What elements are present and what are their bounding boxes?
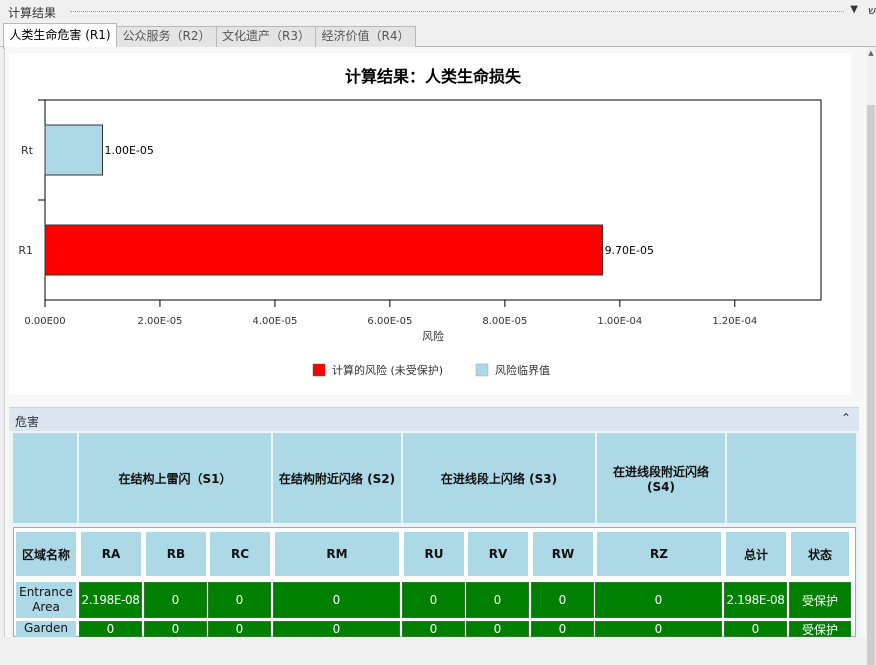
tab-strip: 人类生命危害 (R1) 公众服务（R2） 文化遗产（R3） 经济价值（R4） xyxy=(0,23,876,49)
tab-cultural-heritage-r3[interactable]: 文化遗产（R3） xyxy=(216,26,316,48)
group-header-s3: 在进线段上闪络 (S3) xyxy=(403,433,595,523)
cell-rw[interactable]: 0 xyxy=(531,621,594,637)
row-zone-name: Garden xyxy=(16,621,76,637)
col-header-ra: RA xyxy=(81,532,141,576)
col-header-rb: RB xyxy=(146,532,206,576)
legend-swatch-tolerable xyxy=(475,363,489,377)
cell-ra[interactable]: 0 xyxy=(79,621,142,637)
cell-rv[interactable]: 0 xyxy=(466,582,529,618)
col-header-status: 状态 xyxy=(791,532,849,576)
cell-rc[interactable]: 0 xyxy=(208,582,271,618)
col-header-rc: RC xyxy=(210,532,270,576)
hazard-panel-header[interactable]: 危害 ⌃ xyxy=(9,407,859,431)
group-header-s2: 在结构附近闪络 (S2) xyxy=(273,433,401,523)
x-tick-label: 1.20E-04 xyxy=(712,316,757,327)
col-header-rv: RV xyxy=(468,532,528,576)
x-tick-label: 2.00E-05 xyxy=(138,316,183,327)
cell-rb[interactable]: 0 xyxy=(144,582,207,618)
risk-bar-chart: 计算结果：人类生命损失 0.00E00 2.00E-05 4.00E-05 6.00E… xyxy=(18,67,822,377)
cell-rm[interactable]: 0 xyxy=(273,621,400,637)
cell-status[interactable]: 受保护 xyxy=(789,582,851,618)
cell-rb[interactable]: 0 xyxy=(144,621,207,637)
tab-economic-value-r4[interactable]: 经济价值（R4） xyxy=(315,26,416,48)
tab-public-service-r2[interactable]: 公众服务（R2） xyxy=(116,26,217,48)
x-tick-label: 1.00E-04 xyxy=(597,316,642,327)
y-category-label: R1 xyxy=(18,244,33,257)
title-grip xyxy=(70,11,844,12)
col-header-rw: RW xyxy=(533,532,593,576)
row-zone-name: Entrance Area xyxy=(16,582,76,618)
chart-title: 计算结果：人类生命损失 xyxy=(345,67,522,86)
bar-rt xyxy=(44,124,103,176)
col-header-ru: RU xyxy=(404,532,464,576)
chart-panel: 计算结果：人类生命损失 0.00E00 2.00E-05 4.00E-05 6.00E… xyxy=(9,53,851,395)
cell-rw[interactable]: 0 xyxy=(531,582,594,618)
hazard-panel-title: 危害 xyxy=(15,415,40,429)
x-tick-label: 4.00E-05 xyxy=(252,316,297,327)
col-header-rz: RZ xyxy=(597,532,721,576)
x-tick-label: 0.00E00 xyxy=(24,316,65,327)
col-header-rm: RM xyxy=(275,532,399,576)
legend-label-calculated: 计算的风险 (未受保护) xyxy=(332,363,443,377)
bar-r1 xyxy=(44,224,604,276)
chevron-up-icon[interactable]: ⌃ xyxy=(841,411,851,425)
scrollbar-thumb[interactable] xyxy=(867,105,875,665)
group-header-s4: 在进线段附近闪络 (S4) xyxy=(597,433,725,523)
cell-ra[interactable]: 2.198E-08 xyxy=(79,582,142,618)
bar-value-label: 9.70E-05 xyxy=(605,244,654,257)
tab-human-life-r1[interactable]: 人类生命危害 (R1) xyxy=(3,23,117,49)
x-axis-label: 风险 xyxy=(422,329,444,343)
pin-icon[interactable]: ש xyxy=(868,4,876,17)
window-title: 计算结果 xyxy=(8,6,57,20)
vertical-scrollbar[interactable]: ▲ xyxy=(866,47,876,665)
hazard-table: 在结构上雷闪（S1） 在结构附近闪络 (S2) 在进线段上闪络 (S3) 在进线… xyxy=(9,431,859,637)
y-category-label: Rt xyxy=(21,144,34,157)
x-tick-label: 6.00E-05 xyxy=(367,316,412,327)
x-tick-label: 8.00E-05 xyxy=(482,316,527,327)
window-title-bar: 计算结果 ▼ ש xyxy=(0,0,876,22)
col-header-total: 总计 xyxy=(726,532,786,576)
cell-total[interactable]: 0 xyxy=(724,621,787,637)
scroll-up-icon[interactable]: ▲ xyxy=(866,49,876,57)
col-header-zone-name: 区域名称 xyxy=(16,532,76,576)
bar-value-label: 1.00E-05 xyxy=(104,144,153,157)
cell-status[interactable]: 受保护 xyxy=(789,621,851,637)
cell-rz[interactable]: 0 xyxy=(595,621,722,637)
dropdown-arrow-icon[interactable]: ▼ xyxy=(850,4,858,15)
legend-swatch-calculated xyxy=(312,363,326,377)
cell-rc[interactable]: 0 xyxy=(208,621,271,637)
cell-rz[interactable]: 0 xyxy=(595,582,722,618)
legend-label-tolerable: 风险临界值 xyxy=(495,363,550,377)
cell-ru[interactable]: 0 xyxy=(402,621,465,637)
cell-rm[interactable]: 0 xyxy=(273,582,400,618)
group-header-blank xyxy=(13,433,77,523)
cell-rv[interactable]: 0 xyxy=(466,621,529,637)
cell-total[interactable]: 2.198E-08 xyxy=(724,582,787,618)
group-header-s1: 在结构上雷闪（S1） xyxy=(79,433,271,523)
cell-ru[interactable]: 0 xyxy=(402,582,465,618)
group-header-blank-right xyxy=(727,433,856,523)
